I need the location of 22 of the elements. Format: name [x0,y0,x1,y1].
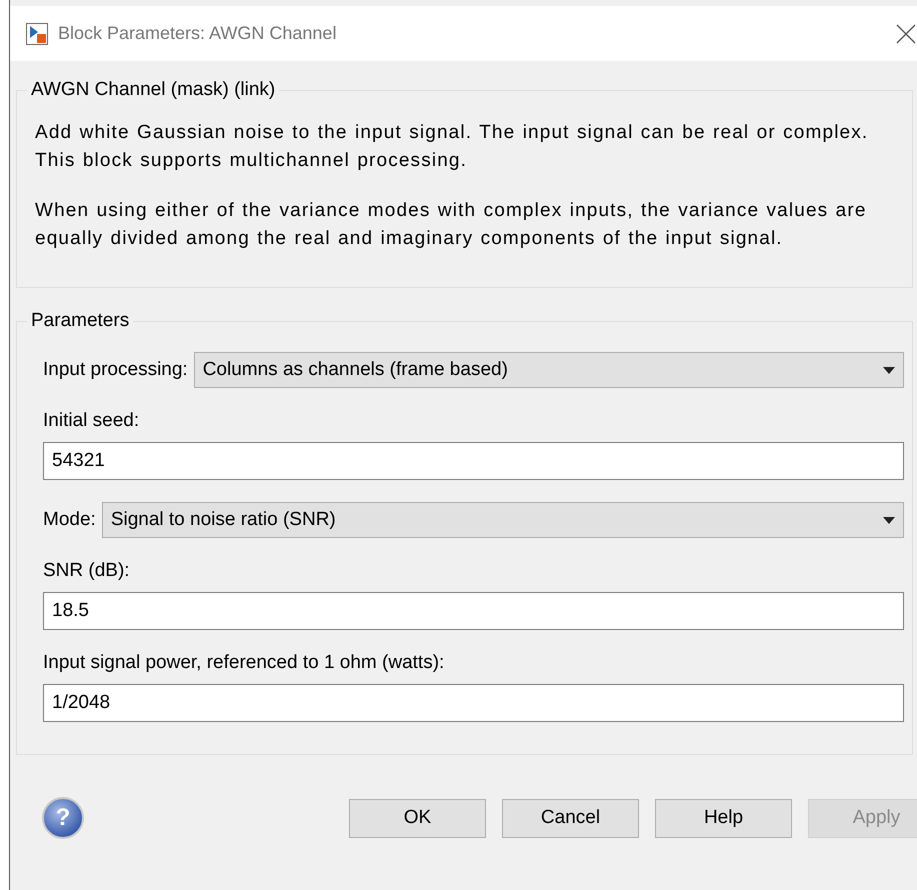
input-field[interactable]: 18.5 [43,592,904,630]
field-label: Input processing: [43,359,188,381]
field-label: SNR (dB): [43,560,131,582]
description-text: When using either of the variance modes with complex inputs, the variance values are equally divided among the real and imaginary components of the input signal. [35,199,868,251]
description-text: Add white Gaussian noise to the input signal. The input signal can be real or complex. This block supports multichannel processing. [35,121,870,173]
input-field[interactable]: 1/2048 [43,684,904,722]
field-label: Initial seed: [43,410,140,432]
group-title: AWGN Channel (mask) (link) [30,79,276,101]
field-label: Input signal power, referenced to 1 ohm (watts): [43,652,446,674]
dropdown[interactable]: Signal to noise ratio (SNR) [102,502,904,538]
input-field[interactable]: 54321 [43,442,904,480]
dialog-button[interactable]: OK [349,798,486,838]
close-icon[interactable] [896,24,916,44]
group-title: Parameters [30,310,130,332]
caret-icon [883,516,895,524]
dialog-button[interactable]: Help [655,798,792,838]
block-icon [26,22,48,44]
dropdown[interactable]: Columns as channels (frame based) [194,352,904,388]
window-title: Block Parameters: AWGN Channel [58,23,336,44]
dialog-button[interactable]: Cancel [502,798,639,838]
caret-icon [883,366,895,374]
field-label: Mode: [43,509,96,531]
